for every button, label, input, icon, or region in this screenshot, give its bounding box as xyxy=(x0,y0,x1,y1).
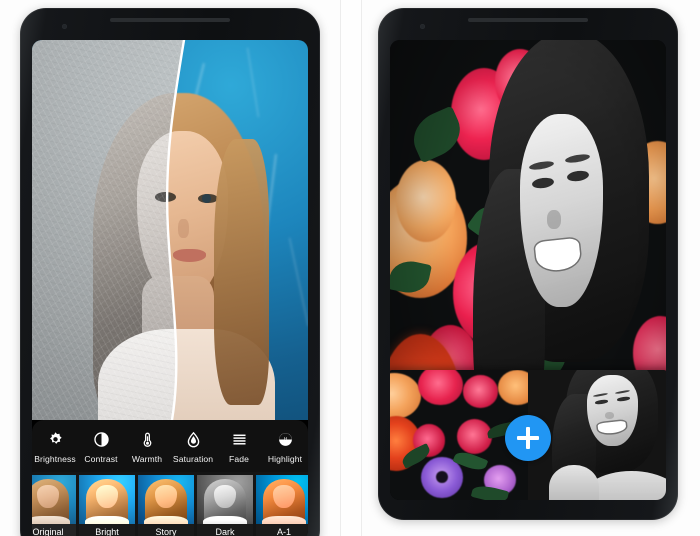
front-camera-icon xyxy=(62,24,67,29)
adjust-tool-label: Saturation xyxy=(172,454,214,464)
phone-right-top-bezel xyxy=(378,8,678,38)
screenshot-stage: Brightness Contrast Warmth Saturation Fa… xyxy=(0,0,700,536)
adjust-tool-fade[interactable]: Fade xyxy=(216,429,262,464)
contrast-icon xyxy=(78,429,124,450)
adjust-tool-warmth[interactable]: Warmth xyxy=(124,429,170,464)
thermometer-icon xyxy=(124,429,170,450)
filter-item-bright[interactable]: Bright xyxy=(79,475,135,536)
filter-label: A-1 xyxy=(256,524,308,536)
adjust-toolbar[interactable]: Brightness Contrast Warmth Saturation Fa… xyxy=(32,420,308,472)
lines-icon xyxy=(216,429,262,450)
adjust-tool-label: Warmth xyxy=(131,454,163,464)
panel-divider-right xyxy=(361,0,362,536)
adjust-tool-highlight[interactable]: H Highlight xyxy=(262,429,308,464)
editor-photo-preview[interactable] xyxy=(32,40,308,420)
filter-thumbnail xyxy=(138,475,194,524)
left-screen-description: portrait of blonde woman against blue sk… xyxy=(0,0,1,1)
droplet-icon xyxy=(170,429,216,450)
phone-left-screen: Brightness Contrast Warmth Saturation Fa… xyxy=(32,40,308,536)
phone-right xyxy=(378,8,678,520)
front-camera-icon xyxy=(420,24,425,29)
adjust-tool-saturation[interactable]: Saturation xyxy=(170,429,216,464)
adjust-tool-label: Fade xyxy=(229,454,249,464)
phone-left: Brightness Contrast Warmth Saturation Fa… xyxy=(20,8,320,536)
filter-label: Original xyxy=(32,524,76,536)
brightness-icon xyxy=(32,429,78,450)
filter-thumbnail xyxy=(256,475,308,524)
svg-text:H: H xyxy=(283,436,286,441)
collage-preview-card[interactable] xyxy=(390,370,666,500)
plus-icon-vertical xyxy=(526,427,530,449)
filter-label: Story xyxy=(138,524,194,536)
add-photo-button[interactable] xyxy=(505,415,551,461)
phone-left-top-bezel xyxy=(20,8,320,38)
filter-thumbnail xyxy=(197,475,253,524)
adjust-tool-label: Brightness xyxy=(34,454,76,464)
phone-right-screen xyxy=(390,40,666,500)
adjust-tool-label: Highlight xyxy=(267,454,303,464)
earpiece-speaker-icon xyxy=(468,18,588,22)
right-screen-description: smiling woman in black and white surroun… xyxy=(0,0,1,1)
panel-divider-left xyxy=(340,0,341,536)
highlight-circle-icon: H xyxy=(262,429,308,450)
adjust-tool-label: Contrast xyxy=(84,454,118,464)
filter-thumbnail xyxy=(79,475,135,524)
filter-label: Dark xyxy=(197,524,253,536)
earpiece-speaker-icon xyxy=(110,18,230,22)
filter-item-story[interactable]: Story xyxy=(138,475,194,536)
filter-item-dark[interactable]: Dark xyxy=(197,475,253,536)
adjust-tool-contrast[interactable]: Contrast xyxy=(78,429,124,464)
filter-label: Bright xyxy=(79,524,135,536)
filter-item-original[interactable]: Original xyxy=(32,475,76,536)
filter-strip[interactable]: Original Bright Story Dark A-1 xyxy=(32,472,308,536)
filter-thumbnail xyxy=(32,475,76,524)
filter-item-a1[interactable]: A-1 xyxy=(256,475,308,536)
panel-gap xyxy=(340,0,362,536)
adjust-tool-brightness[interactable]: Brightness xyxy=(32,429,78,464)
